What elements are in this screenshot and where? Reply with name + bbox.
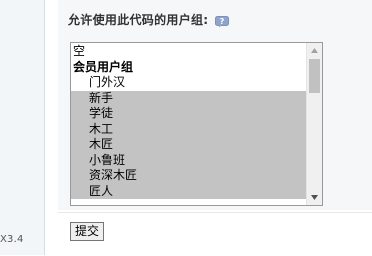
sidebar-divider (44, 0, 45, 255)
usergroup-option[interactable]: 木工 (71, 121, 307, 137)
scroll-up-arrow-icon[interactable] (307, 43, 322, 58)
scroll-down-arrow-icon[interactable] (307, 190, 322, 205)
usergroup-option[interactable]: 空 (71, 44, 307, 60)
scrollbar-thumb[interactable] (309, 59, 320, 93)
usergroup-option[interactable]: 学徒 (71, 106, 307, 122)
version-label: X3.4 (0, 234, 24, 245)
usergroup-option[interactable]: 资深木匠 (71, 168, 307, 184)
usergroup-field-label: 允许使用此代码的用户组: (68, 12, 209, 27)
usergroup-field-label-row: 允许使用此代码的用户组: ? (68, 11, 230, 28)
usergroup-option[interactable]: 匠人 (71, 183, 307, 199)
svg-text:?: ? (220, 17, 225, 26)
usergroup-multiselect[interactable]: 空会员用户组 门外汉 新手 学徒 木工 木匠 小鲁班 资深木匠 匠人 (70, 42, 323, 206)
usergroup-option[interactable]: 新手 (71, 90, 307, 106)
usergroup-option[interactable]: 小鲁班 (71, 152, 307, 168)
form-footer (58, 212, 372, 256)
help-icon[interactable]: ? (215, 13, 230, 28)
usergroup-option[interactable]: 门外汉 (71, 75, 307, 91)
usergroup-option[interactable]: 木匠 (71, 137, 307, 153)
usergroup-optgroup-label: 会员用户组 (73, 59, 134, 74)
submit-button[interactable]: 提交 (70, 222, 104, 241)
listbox-scrollbar[interactable] (306, 43, 322, 205)
usergroup-option-list: 空会员用户组 门外汉 新手 学徒 木工 木匠 小鲁班 资深木匠 匠人 (71, 44, 307, 199)
left-sidebar (0, 0, 44, 255)
